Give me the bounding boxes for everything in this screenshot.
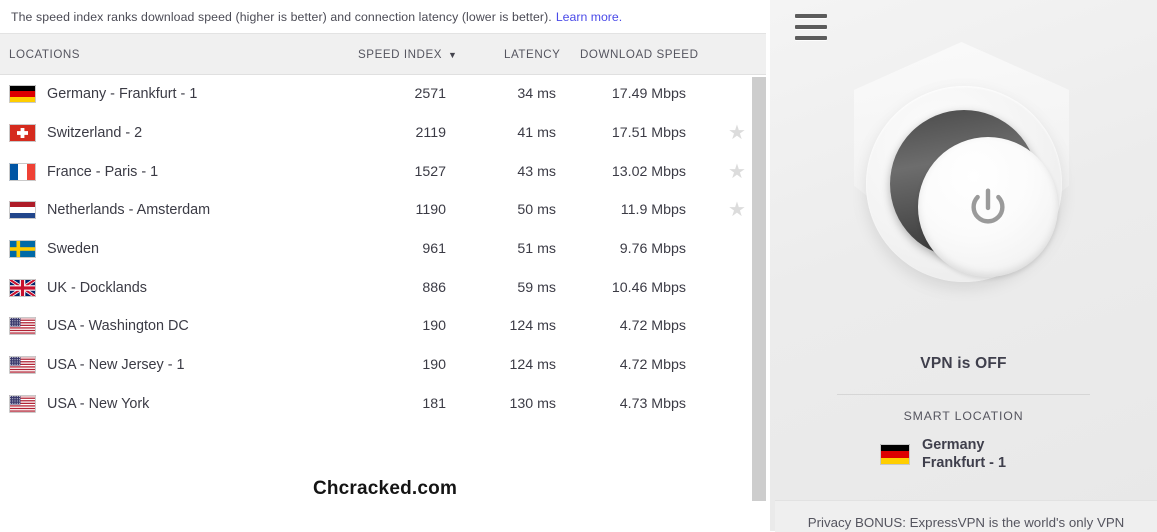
watermark: Chcracked.com [312,478,458,499]
row-location: Netherlands - Amsterdam [47,202,211,219]
column-header-latency[interactable]: LATENCY [504,48,560,61]
row-download-speed: 17.51 Mbps [611,125,686,142]
smart-location-label: SMART LOCATION [903,409,1024,423]
location-list-panel: The speed index ranks download speed (hi… [0,0,770,531]
row-speed-index: 2571 [414,86,446,103]
row-latency: 130 ms [509,395,556,412]
table-row[interactable]: USA - New Jersey - 1190124 ms4.72 Mbps★ [0,346,770,385]
row-location: USA - New Jersey - 1 [47,357,185,374]
column-header-speed-index[interactable]: SPEED INDEX ▼ [358,48,457,61]
power-button[interactable] [918,137,1058,277]
smart-location-country: Germany [922,437,985,453]
row-download-speed: 11.9 Mbps [620,202,686,219]
scrollbar-thumb[interactable] [752,77,766,501]
privacy-bonus-bar: Privacy BONUS: ExpressVPN is the world's… [775,500,1157,532]
table-row[interactable]: UK - Docklands88659 ms10.46 Mbps★ [0,268,770,307]
us-flag-icon [8,317,36,336]
row-location: USA - New York [47,395,150,412]
power-button-assembly [866,86,1062,282]
ch-flag-icon [8,124,36,143]
row-latency: 41 ms [517,125,556,142]
row-speed-index: 190 [422,318,446,335]
fr-flag-icon [8,162,36,181]
panel-separator [837,394,1090,395]
row-download-speed: 17.49 Mbps [611,86,686,103]
row-speed-index: 2119 [415,125,446,142]
row-location: UK - Docklands [47,279,147,296]
row-download-speed: 13.02 Mbps [611,163,686,180]
us-flag-icon [8,394,36,413]
hamburger-line-2 [795,25,827,29]
table-row[interactable]: Sweden96151 ms9.76 Mbps★ [0,230,770,269]
privacy-bonus-text: Privacy BONUS: ExpressVPN is the world's… [807,515,1125,530]
nl-flag-icon [8,201,36,220]
expressvpn-window: The speed index ranks download speed (hi… [0,0,1157,532]
table-row[interactable]: Switzerland - 2 2119 41 ms 17.51 Mbps ★ [0,114,770,153]
row-location: Switzerland - 2 [47,125,143,142]
power-button-ring [890,110,1058,277]
speed-index-info-text: The speed index ranks download speed (hi… [11,9,552,24]
table-header-row: LOCATIONS SPEED INDEX ▼ LATENCY DOWNLOAD… [0,33,770,75]
de-flag-icon [880,443,910,465]
row-speed-index: 961 [422,241,446,258]
row-speed-index: 181 [422,395,446,412]
us-flag-icon [8,356,36,375]
favorite-star-icon[interactable]: ★ [726,200,748,220]
table-row[interactable]: France - Paris - 1 1527 43 ms 13.02 Mbps ★ [0,152,770,191]
hamburger-menu-icon[interactable] [795,14,827,40]
location-rows: Germany - Frankfurt - 1 2571 34 ms 17.49 Mb… [0,75,770,531]
row-latency: 124 ms [509,318,556,335]
vpn-control-panel: VPN is OFF SMART LOCATION Germany Frankf… [770,0,1157,531]
row-location: USA - Washington DC [47,318,189,335]
row-speed-index: 1190 [415,202,446,219]
row-location: Germany - Frankfurt - 1 [47,86,198,103]
table-row[interactable]: Germany - Frankfurt - 1 2571 34 ms 17.49 Mb… [0,75,770,114]
column-header-locations[interactable]: LOCATIONS [9,48,80,61]
table-row[interactable]: USA - Washington DC190124 ms4.72 Mbps★ [0,307,770,346]
row-latency: 50 ms [517,202,556,219]
se-flag-icon [8,240,36,259]
power-icon [971,188,1005,224]
gb-flag-icon [8,278,36,297]
smart-location-item[interactable]: Germany Frankfurt - 1 [880,436,1006,473]
smart-location-city: Frankfurt - 1 [922,455,1006,472]
row-latency: 51 ms [517,241,556,258]
row-speed-index: 1527 [414,163,446,180]
row-download-speed: 4.72 Mbps [619,357,686,374]
row-download-speed: 4.72 Mbps [619,318,686,335]
row-speed-index: 190 [422,357,446,374]
favorite-star-icon[interactable]: ★ [726,162,748,182]
hamburger-line-3 [795,36,827,40]
row-latency: 124 ms [509,357,556,374]
learn-more-link[interactable]: Learn more. [556,10,622,24]
column-header-download-speed[interactable]: DOWNLOAD SPEED [580,48,699,61]
column-header-speed-index-label: SPEED INDEX [358,47,443,61]
hamburger-line-1 [795,14,827,18]
table-row[interactable]: Netherlands - Amsterdam 1190 50 ms 11.9 Mbp… [0,191,770,230]
row-download-speed: 4.73 Mbps [619,395,686,412]
favorite-star-icon[interactable]: ★ [726,123,748,143]
row-latency: 34 ms [517,86,556,103]
row-location: France - Paris - 1 [47,163,159,180]
speed-index-info-bar: The speed index ranks download speed (hi… [0,0,770,33]
row-speed-index: 886 [422,279,446,296]
row-download-speed: 10.46 Mbps [611,279,686,296]
row-location: Sweden [47,241,100,258]
de-flag-icon [8,85,36,104]
row-download-speed: 9.76 Mbps [619,241,686,258]
smart-location-names: Germany Frankfurt - 1 [922,436,1006,473]
row-latency: 43 ms [517,163,556,180]
vpn-status-text: VPN is OFF [920,355,1007,372]
row-latency: 59 ms [517,279,556,296]
table-row[interactable]: USA - New York181130 ms4.73 Mbps★ [0,385,770,424]
sort-descending-caret-icon: ▼ [448,49,458,60]
